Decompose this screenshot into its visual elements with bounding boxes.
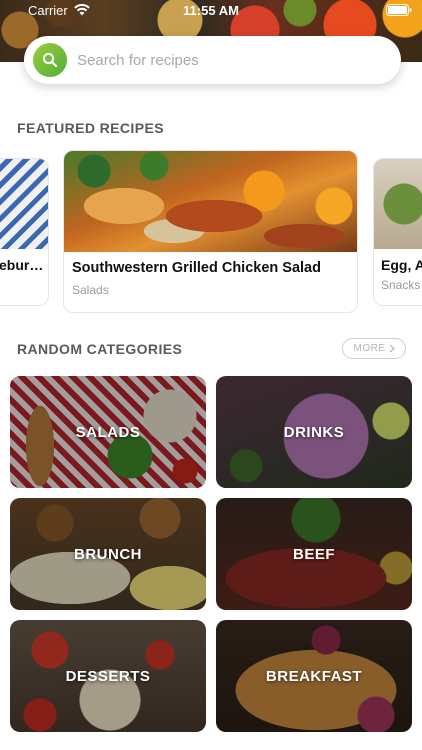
recipe-category: Salads xyxy=(72,283,109,297)
category-label: DESSERTS xyxy=(65,667,151,685)
category-tile-beef[interactable]: BEEF xyxy=(216,498,412,610)
featured-section-title: FEATURED RECIPES xyxy=(17,120,164,136)
chevron-right-icon xyxy=(389,344,395,353)
status-bar: Carrier 11:55 AM xyxy=(0,0,422,22)
recipe-image xyxy=(0,159,48,249)
featured-card-partial-left[interactable]: ebur… xyxy=(0,158,49,306)
recipe-title: Southwestern Grilled Chicken Salad xyxy=(72,260,321,276)
more-label: MORE xyxy=(353,343,386,354)
category-label: BRUNCH xyxy=(74,545,142,563)
category-tile-drinks[interactable]: DRINKS xyxy=(216,376,412,488)
category-label: BEEF xyxy=(292,545,335,563)
recipe-image xyxy=(64,151,357,252)
search-bar[interactable] xyxy=(24,36,401,84)
featured-card[interactable]: Southwestern Grilled Chicken Salad Salad… xyxy=(63,150,358,313)
featured-card-partial-right[interactable]: Egg, Ar Snacks xyxy=(373,158,422,306)
category-tile-breakfast[interactable]: BREAKFAST xyxy=(216,620,412,732)
category-label: BREAKFAST xyxy=(265,667,363,685)
category-tile-desserts[interactable]: DESSERTS xyxy=(10,620,206,732)
recipe-image xyxy=(374,159,422,249)
search-icon[interactable] xyxy=(33,43,67,77)
categories-section-title: RANDOM CATEGORIES xyxy=(17,341,183,357)
recipe-title: ebur… xyxy=(0,257,44,273)
category-tile-brunch[interactable]: BRUNCH xyxy=(10,498,206,610)
battery-icon xyxy=(386,4,412,19)
category-tile-salads[interactable]: SALADS xyxy=(10,376,206,488)
category-label: SALADS xyxy=(75,423,141,441)
recipe-category: Snacks xyxy=(381,278,421,292)
recipe-title: Egg, Ar xyxy=(381,257,422,273)
category-label: DRINKS xyxy=(283,423,345,441)
clock-label: 11:55 AM xyxy=(183,3,239,18)
more-button[interactable]: MORE xyxy=(342,338,406,359)
search-input[interactable] xyxy=(77,51,377,69)
